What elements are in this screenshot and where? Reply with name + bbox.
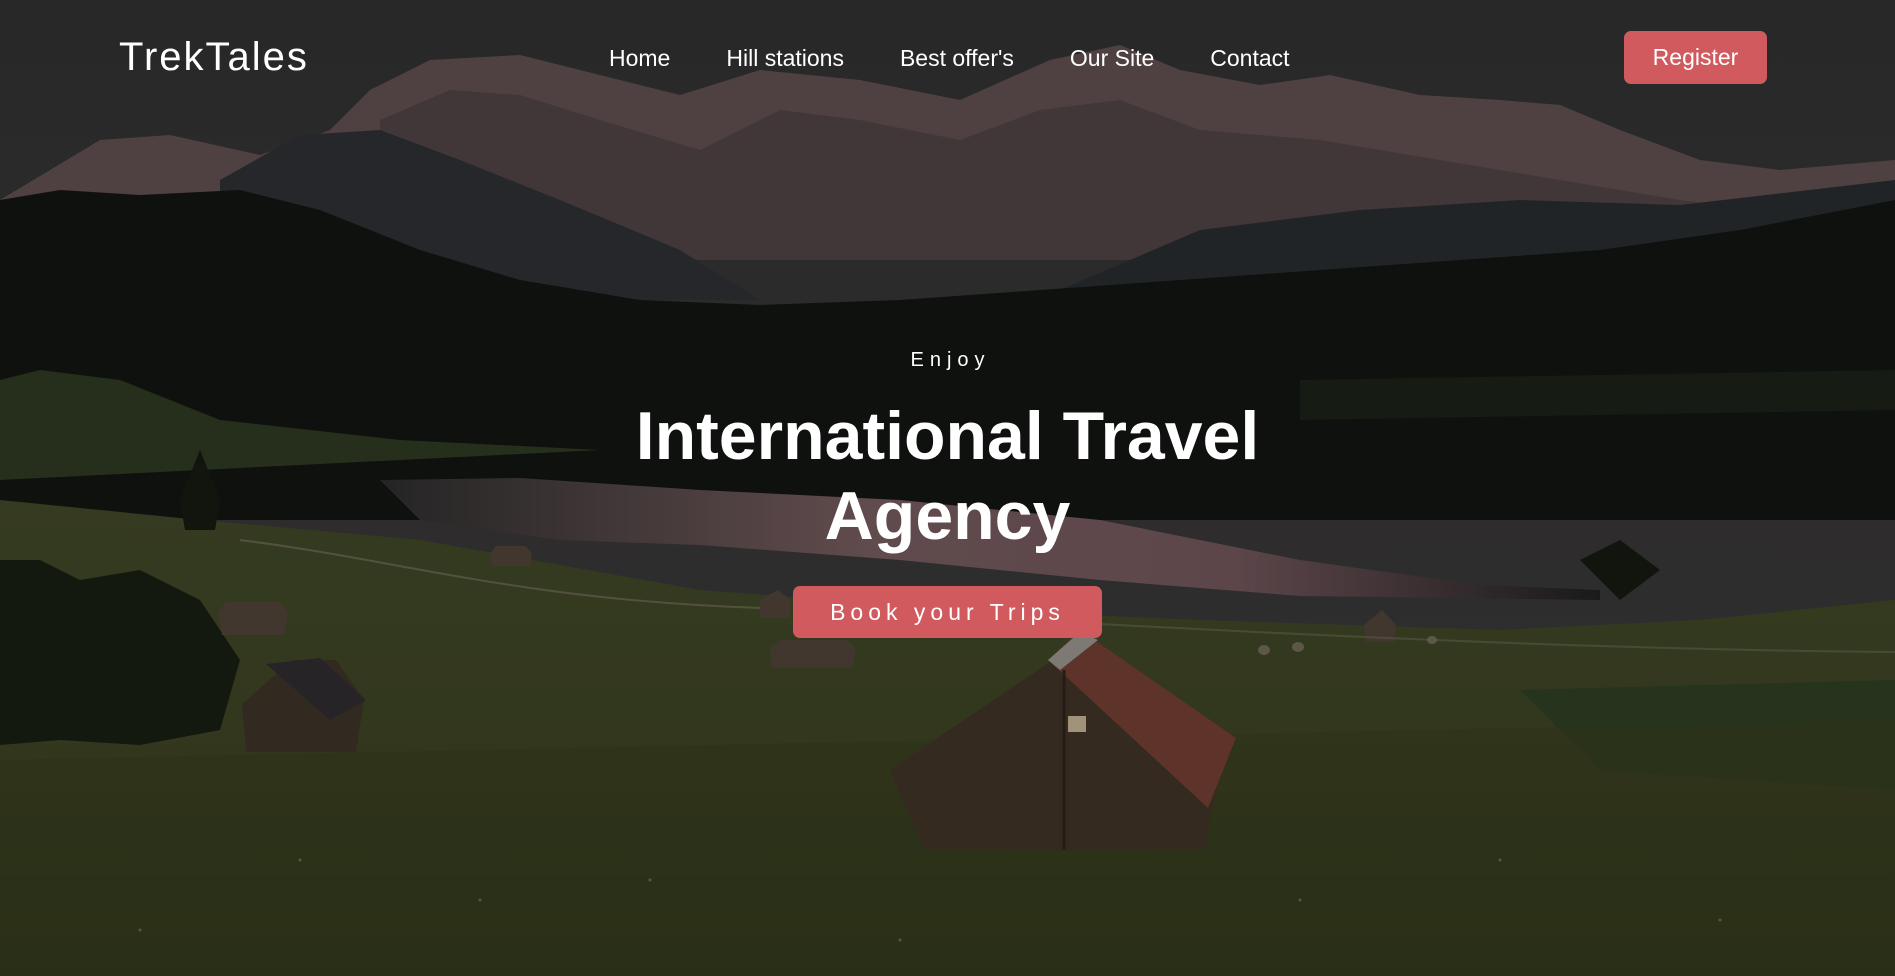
brand-logo[interactable]: TrekTales (119, 33, 309, 81)
nav-link-best-offers[interactable]: Best offer's (900, 42, 1014, 74)
book-trips-button[interactable]: Book your Trips (793, 586, 1102, 638)
hero-title: International Travel Agency (635, 398, 1260, 554)
top-navbar: TrekTales Home Hill stations Best offer'… (0, 0, 1895, 116)
register-button[interactable]: Register (1624, 31, 1767, 84)
nav-link-home[interactable]: Home (609, 42, 670, 74)
nav-link-contact[interactable]: Contact (1210, 42, 1289, 74)
hero-kicker: Enjoy (910, 349, 991, 371)
hero-section: Enjoy International Travel Agency Book y… (0, 340, 1895, 638)
main-nav: Home Hill stations Best offer's Our Site… (609, 42, 1290, 74)
nav-link-our-site[interactable]: Our Site (1070, 42, 1154, 74)
nav-link-hill-stations[interactable]: Hill stations (726, 42, 844, 74)
